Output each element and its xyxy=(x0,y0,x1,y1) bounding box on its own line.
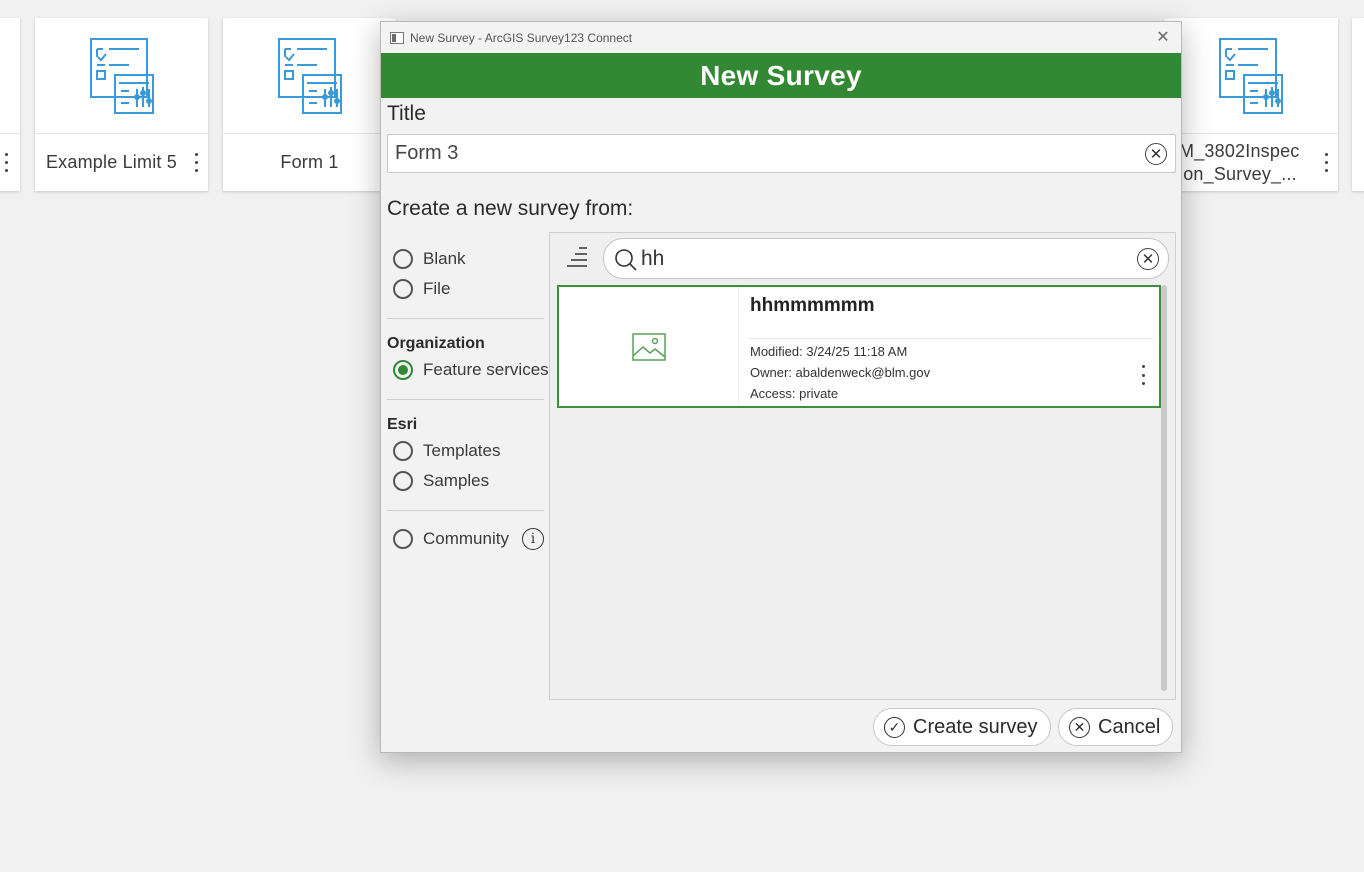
title-input[interactable] xyxy=(388,142,1128,165)
card-title: Form 1 xyxy=(223,133,396,191)
window-title: New Survey - ArcGIS Survey123 Connect xyxy=(410,30,633,45)
option-templates-label: Templates xyxy=(423,441,501,460)
title-label: Title xyxy=(387,102,426,125)
check-circle-icon: ✓ xyxy=(884,716,905,738)
option-samples[interactable]: Samples xyxy=(393,471,489,491)
survey-card[interactable]: M_3802Inspec ion_Survey_... xyxy=(1164,18,1338,191)
title-field[interactable]: ✕ xyxy=(387,134,1176,173)
close-circle-icon: ✕ xyxy=(1069,716,1090,738)
option-feature-services-label: Feature services xyxy=(423,360,549,379)
new-survey-dialog: New Survey - ArcGIS Survey123 Connect ✕ … xyxy=(380,21,1182,753)
radio-feature-services[interactable] xyxy=(393,360,413,380)
app-icon xyxy=(390,31,404,44)
result-title: hhmmmmmm xyxy=(750,295,875,316)
create-survey-label: Create survey xyxy=(913,715,1038,738)
sort-icon[interactable] xyxy=(564,245,590,271)
option-samples-label: Samples xyxy=(423,471,490,490)
group-organization: Organization xyxy=(387,335,485,352)
result-item[interactable]: hhmmmmmm Modified: 3/24/25 11:18 AM Owne… xyxy=(557,285,1161,408)
result-divider xyxy=(749,338,1153,339)
survey-card[interactable] xyxy=(0,18,20,191)
card-title: M_3802Inspec ion_Survey_... xyxy=(1164,133,1338,191)
option-feature-services[interactable]: Feature services xyxy=(393,360,549,380)
divider xyxy=(387,399,544,400)
radio-blank[interactable] xyxy=(393,249,413,269)
cancel-button[interactable]: ✕ Cancel xyxy=(1058,708,1174,746)
radio-community[interactable] xyxy=(393,529,413,549)
option-templates[interactable]: Templates xyxy=(393,441,500,461)
results-panel: ✕ hhmmmmmm Modified: 3/24/25 11:18 AM Ow… xyxy=(549,232,1176,700)
option-community[interactable]: Community i xyxy=(393,528,544,550)
survey-form-icon xyxy=(35,18,208,133)
survey-card[interactable]: Form 1 xyxy=(223,18,396,191)
card-title-line1: M_3802Inspec xyxy=(1179,140,1300,161)
option-file-label: File xyxy=(423,279,451,298)
result-access: Access: private xyxy=(750,386,839,401)
create-from-label: Create a new survey from: xyxy=(387,197,634,220)
survey-form-icon xyxy=(223,18,396,133)
image-placeholder-icon xyxy=(559,287,739,406)
option-file[interactable]: File xyxy=(393,279,450,299)
card-title: Example Limit 5 xyxy=(35,133,208,191)
info-icon[interactable]: i xyxy=(521,528,544,550)
close-icon[interactable]: ✕ xyxy=(1153,27,1173,47)
divider xyxy=(387,510,544,511)
radio-templates[interactable] xyxy=(393,441,413,461)
radio-file[interactable] xyxy=(393,279,413,299)
result-owner: Owner: abaldenweck@blm.gov xyxy=(750,365,931,380)
survey-card[interactable] xyxy=(1352,18,1364,191)
search-field[interactable]: ✕ xyxy=(603,238,1169,279)
card-menu-icon[interactable] xyxy=(1320,150,1332,174)
option-blank[interactable]: Blank xyxy=(393,249,466,269)
results-scrollbar[interactable] xyxy=(1161,285,1167,691)
divider xyxy=(387,318,544,319)
search-icon xyxy=(615,249,637,271)
cancel-label: Cancel xyxy=(1098,715,1161,738)
card-menu-icon[interactable] xyxy=(190,150,202,174)
option-blank-label: Blank xyxy=(423,249,466,268)
dialog-banner: New Survey xyxy=(381,53,1181,98)
clear-search-icon[interactable]: ✕ xyxy=(1137,248,1159,270)
survey-card[interactable]: Example Limit 5 xyxy=(35,18,208,191)
result-modified: Modified: 3/24/25 11:18 AM xyxy=(750,344,908,359)
create-survey-button[interactable]: ✓ Create survey xyxy=(873,708,1051,746)
option-community-label: Community xyxy=(423,529,509,548)
survey-form-icon xyxy=(1164,18,1338,133)
result-menu-icon[interactable] xyxy=(1139,365,1147,385)
clear-title-icon[interactable]: ✕ xyxy=(1145,143,1167,165)
search-input[interactable] xyxy=(641,246,1121,271)
card-title-line2: ion_Survey_... xyxy=(1179,163,1297,184)
radio-samples[interactable] xyxy=(393,471,413,491)
card-menu-icon[interactable] xyxy=(0,150,12,174)
window-titlebar: New Survey - ArcGIS Survey123 Connect ✕ xyxy=(381,22,1181,53)
group-esri: Esri xyxy=(387,416,418,433)
